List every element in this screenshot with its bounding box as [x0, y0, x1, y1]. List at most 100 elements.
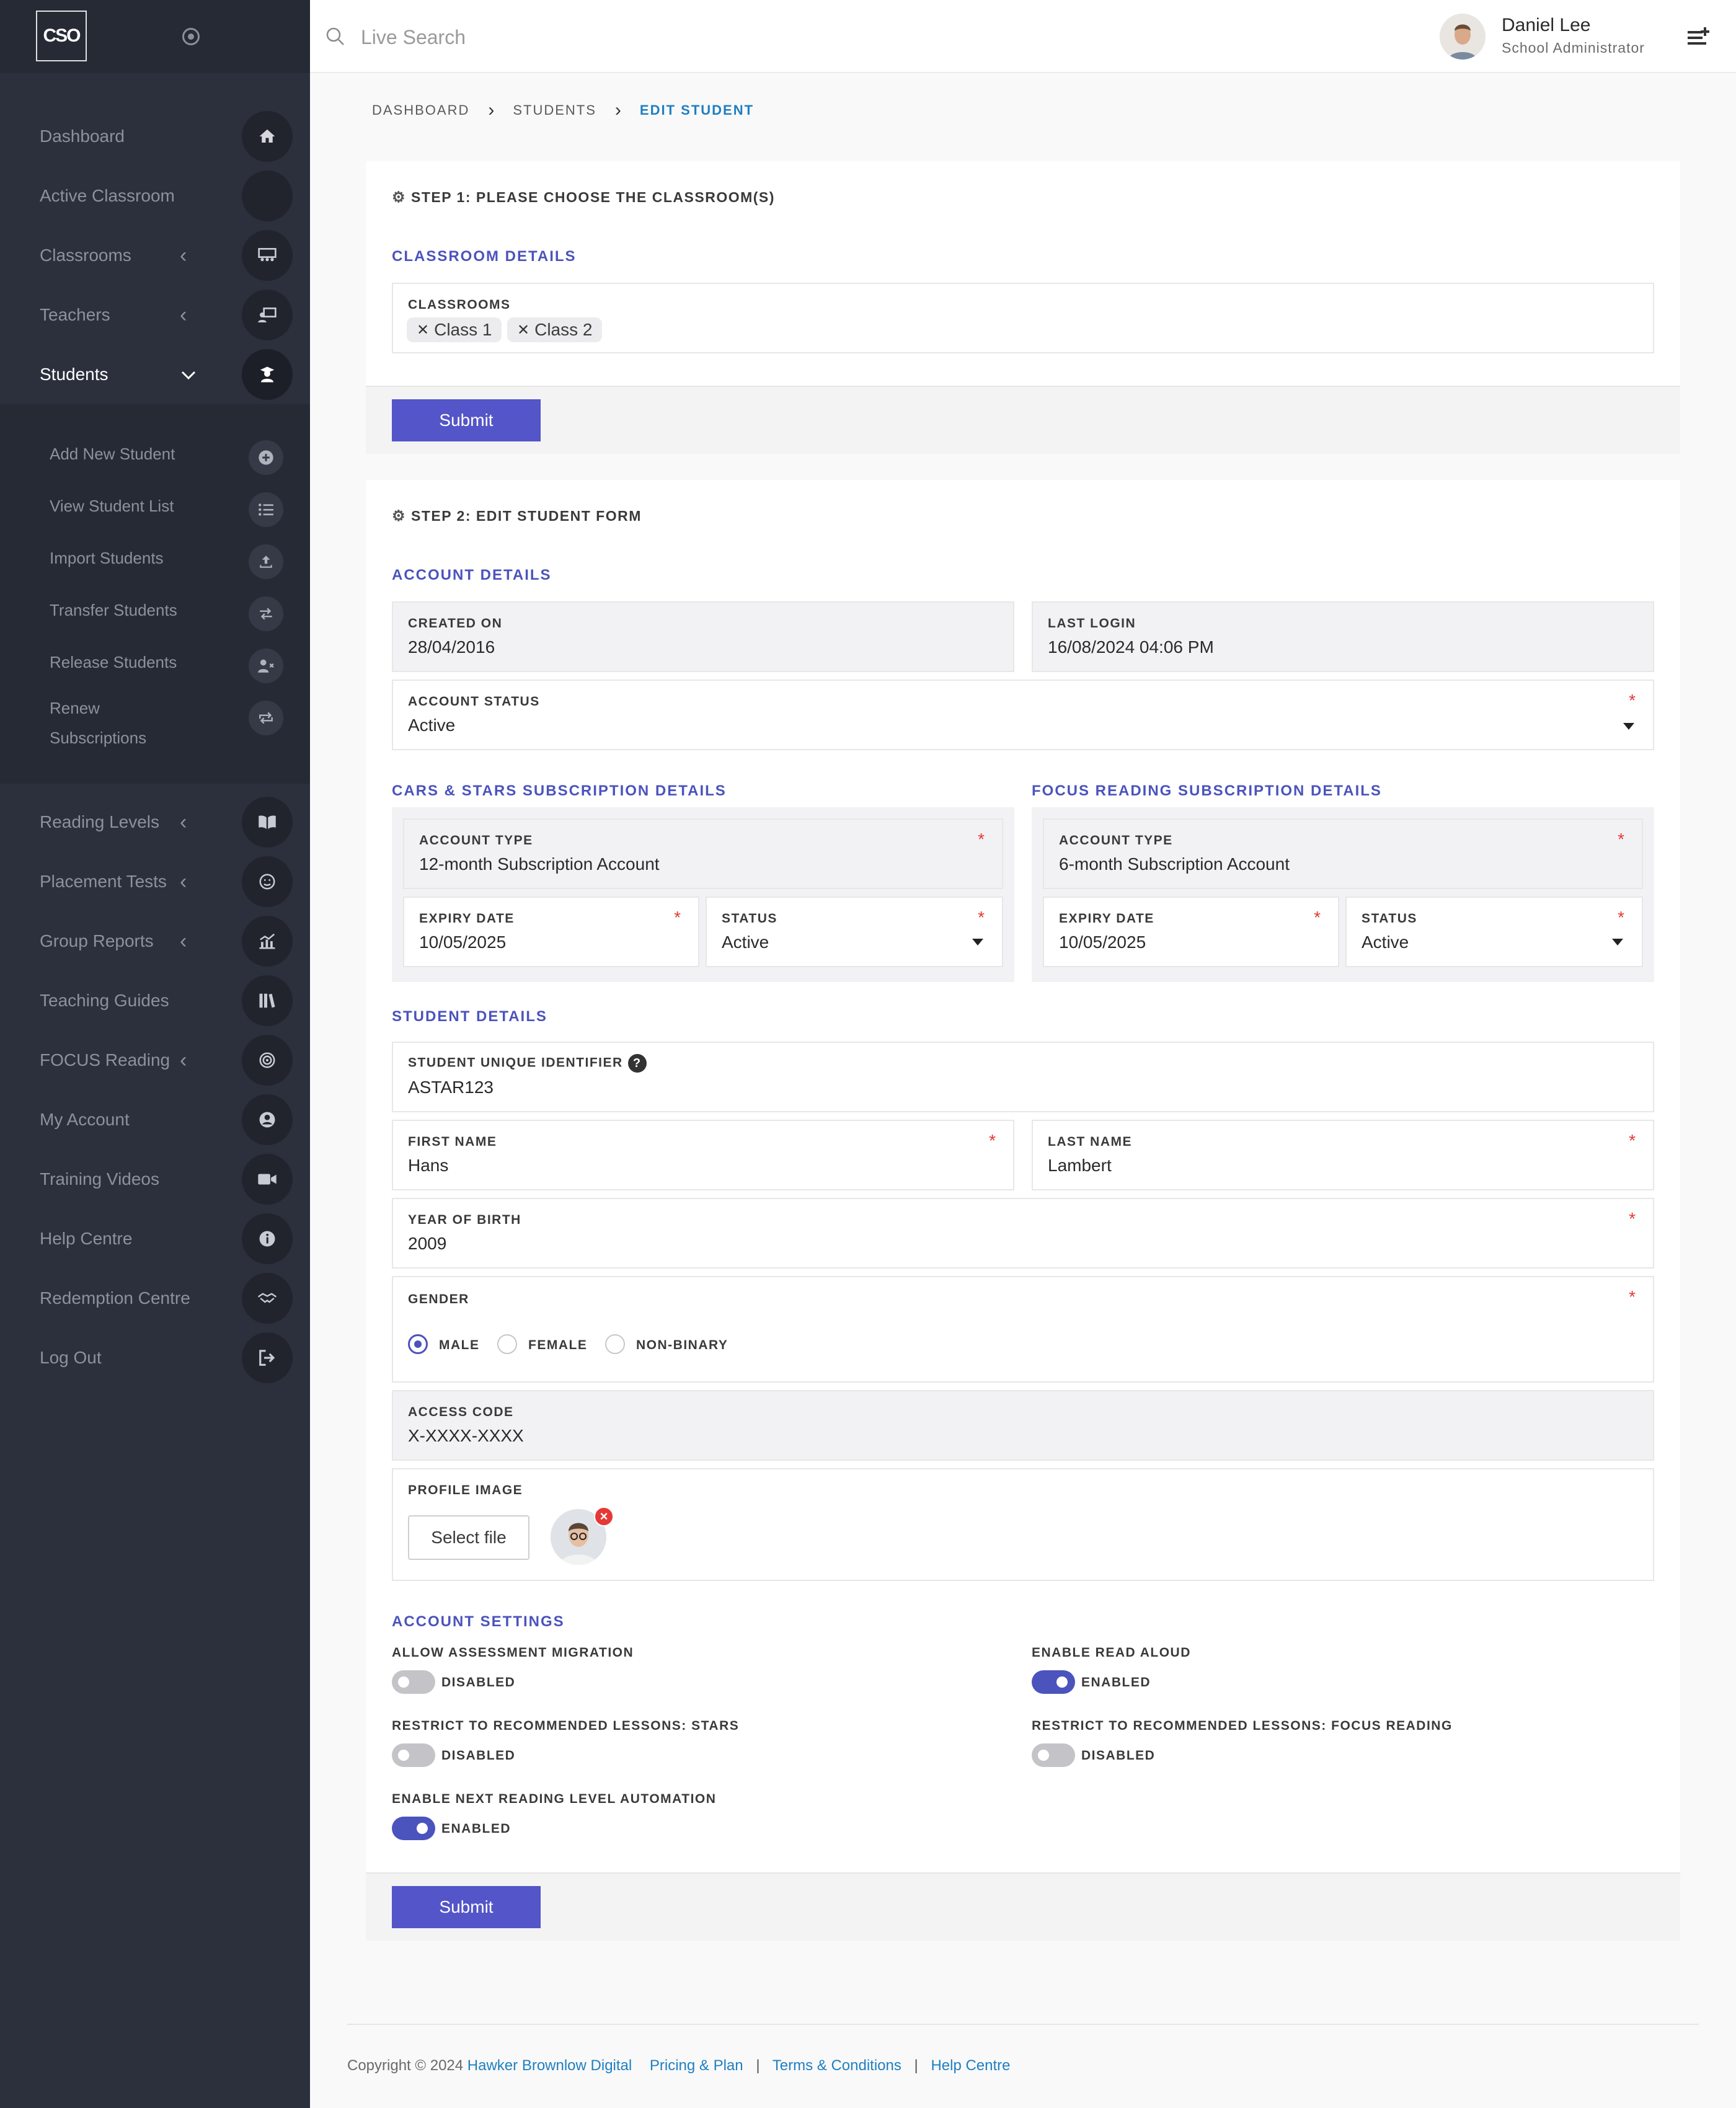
- classrooms-field[interactable]: CLASSROOMS ✕ Class 1 ✕ Class 2: [392, 283, 1654, 353]
- sidebar-item-label: My Account: [40, 1110, 130, 1129]
- sidebar-item-redemption-centre[interactable]: Redemption Centre: [0, 1269, 310, 1328]
- required-marker: *: [1314, 908, 1321, 927]
- step2-submit-button[interactable]: Submit: [392, 1886, 541, 1928]
- gender-radio-male[interactable]: [408, 1334, 428, 1354]
- focus-expiry-date-input[interactable]: EXPIRY DATE 10/05/2025 *: [1043, 897, 1339, 967]
- account-details-heading: ACCOUNT DETAILS: [392, 567, 552, 583]
- profile-image-label: PROFILE IMAGE: [408, 1483, 523, 1497]
- toggle-next-level-automation[interactable]: [392, 1817, 435, 1840]
- sidebar-item-training-videos[interactable]: Training Videos: [0, 1149, 310, 1209]
- student-uid-value: ASTAR123: [408, 1078, 494, 1097]
- sidebar-item-label: Reading Levels: [40, 812, 160, 831]
- list-icon: [249, 492, 283, 527]
- student-icon: [242, 349, 293, 400]
- sidebar-item-log-out[interactable]: Log Out: [0, 1328, 310, 1388]
- setting-restrict-focus-label: RESTRICT TO RECOMMENDED LESSONS: FOCUS R…: [1032, 1719, 1453, 1733]
- search-icon[interactable]: [326, 27, 345, 46]
- submenu-item-release-students[interactable]: Release Students: [0, 636, 310, 688]
- required-marker: *: [1629, 1131, 1636, 1150]
- breadcrumb-students[interactable]: STUDENTS: [513, 102, 596, 118]
- sidebar-item-placement-tests[interactable]: Placement Tests ‹: [0, 852, 310, 911]
- footer-separator: |: [914, 2057, 918, 2074]
- cars-status-value: Active: [722, 932, 769, 952]
- user-name[interactable]: Daniel Lee: [1502, 15, 1590, 36]
- step2-title: ⚙ STEP 2: EDIT STUDENT FORM: [392, 508, 642, 525]
- setting-next-level-automation-label: ENABLE NEXT READING LEVEL AUTOMATION: [392, 1792, 717, 1806]
- home-icon: [242, 111, 293, 162]
- sidebar-item-label: Classrooms: [40, 246, 131, 265]
- video-icon: [242, 1154, 293, 1205]
- focus-reading-subscription-group: ACCOUNT TYPE 6-month Subscription Accoun…: [1032, 807, 1654, 982]
- classrooms-label: CLASSROOMS: [408, 298, 511, 312]
- account-settings-heading: ACCOUNT SETTINGS: [392, 1613, 565, 1630]
- gender-radio-female[interactable]: [497, 1334, 517, 1354]
- sidebar-item-my-account[interactable]: My Account: [0, 1090, 310, 1149]
- help-question-icon[interactable]: ?: [627, 1054, 647, 1073]
- student-uid-input[interactable]: STUDENT UNIQUE IDENTIFIER? ASTAR123: [392, 1042, 1654, 1112]
- sidebar-item-label: Help Centre: [40, 1229, 133, 1248]
- help-centre-link[interactable]: Help Centre: [931, 2057, 1010, 2074]
- sidebar-item-teaching-guides[interactable]: Teaching Guides: [0, 971, 310, 1030]
- caret-down-icon: [1612, 939, 1623, 946]
- company-link[interactable]: Hawker Brownlow Digital: [467, 2057, 632, 2074]
- submenu-item-renew-subscriptions[interactable]: Renew Subscriptions: [0, 688, 310, 747]
- target-icon: [242, 1035, 293, 1086]
- toggle-read-aloud[interactable]: [1032, 1670, 1075, 1694]
- required-marker: *: [1629, 691, 1636, 710]
- terms-link[interactable]: Terms & Conditions: [773, 2057, 901, 2074]
- status-label: STATUS: [722, 911, 777, 926]
- step1-footer: Submit: [366, 386, 1680, 454]
- sidebar-item-teachers[interactable]: Teachers ‹: [0, 285, 310, 345]
- book-icon: [242, 797, 293, 848]
- sidebar-collapse-toggle-icon[interactable]: [182, 28, 200, 45]
- add-list-icon[interactable]: [1686, 25, 1711, 47]
- live-search-input[interactable]: [360, 19, 732, 56]
- sidebar-item-students[interactable]: Students: [0, 345, 310, 404]
- access-code-label: ACCESS CODE: [408, 1405, 514, 1419]
- account-status-select[interactable]: ACCOUNT STATUS Active *: [392, 680, 1654, 750]
- cars-stars-subscription-group: ACCOUNT TYPE 12-month Subscription Accou…: [392, 807, 1014, 982]
- user-avatar[interactable]: [1440, 14, 1486, 60]
- sidebar-item-dashboard[interactable]: Dashboard: [0, 107, 310, 166]
- pricing-link[interactable]: Pricing & Plan: [650, 2057, 743, 2074]
- submenu-item-add-new-student[interactable]: Add New Student: [0, 428, 310, 480]
- toggle-restrict-focus[interactable]: [1032, 1743, 1075, 1767]
- cars-status-select[interactable]: STATUS Active *: [706, 897, 1003, 967]
- focus-status-select[interactable]: STATUS Active *: [1345, 897, 1643, 967]
- gender-radio-non-binary[interactable]: [605, 1334, 625, 1354]
- first-name-input[interactable]: FIRST NAME Hans *: [392, 1120, 1014, 1190]
- sidebar-item-help-centre[interactable]: Help Centre: [0, 1209, 310, 1269]
- remove-chip-icon[interactable]: ✕: [517, 321, 529, 339]
- status-label: STATUS: [1362, 911, 1417, 926]
- sidebar-item-focus-reading[interactable]: FOCUS Reading ‹: [0, 1030, 310, 1090]
- remove-image-icon[interactable]: ×: [594, 1507, 614, 1526]
- created-on-label: CREATED ON: [408, 616, 503, 631]
- required-marker: *: [1618, 908, 1624, 927]
- sidebar-item-classrooms[interactable]: Classrooms ‹: [0, 226, 310, 285]
- sidebar-item-active-classroom[interactable]: Active Classroom: [0, 166, 310, 226]
- toggle-assessment-migration[interactable]: [392, 1670, 435, 1694]
- last-name-input[interactable]: LAST NAME Lambert *: [1032, 1120, 1654, 1190]
- chevron-left-icon: ‹: [180, 303, 187, 327]
- toggle-restrict-stars[interactable]: [392, 1743, 435, 1767]
- focus-expiry-date-value: 10/05/2025: [1059, 932, 1146, 952]
- submenu-item-transfer-students[interactable]: Transfer Students: [0, 584, 310, 636]
- step1-submit-button[interactable]: Submit: [392, 399, 541, 441]
- submenu-item-view-student-list[interactable]: View Student List: [0, 480, 310, 532]
- sidebar-item-reading-levels[interactable]: Reading Levels ‹: [0, 792, 310, 852]
- cars-expiry-date-input[interactable]: EXPIRY DATE 10/05/2025 *: [403, 897, 699, 967]
- select-file-button[interactable]: Select file: [408, 1515, 529, 1560]
- remove-chip-icon[interactable]: ✕: [417, 321, 429, 339]
- brand-logo[interactable]: CSO: [36, 11, 87, 61]
- gender-field: GENDER * MALE FEMALE NON-BINARY: [392, 1276, 1654, 1383]
- gear-icon: ⚙: [392, 508, 407, 525]
- breadcrumb-dashboard[interactable]: DASHBOARD: [372, 102, 469, 118]
- caret-down-icon: [1623, 723, 1634, 730]
- footer-separator: |: [756, 2057, 760, 2074]
- submenu-item-import-students[interactable]: Import Students: [0, 532, 310, 584]
- step2-card: ⚙ STEP 2: EDIT STUDENT FORM ACCOUNT DETAI…: [366, 480, 1680, 1941]
- sidebar-item-group-reports[interactable]: Group Reports ‹: [0, 911, 310, 971]
- upload-icon: [249, 544, 283, 579]
- year-of-birth-input[interactable]: YEAR OF BIRTH 2009 *: [392, 1198, 1654, 1269]
- chart-icon: [242, 916, 293, 967]
